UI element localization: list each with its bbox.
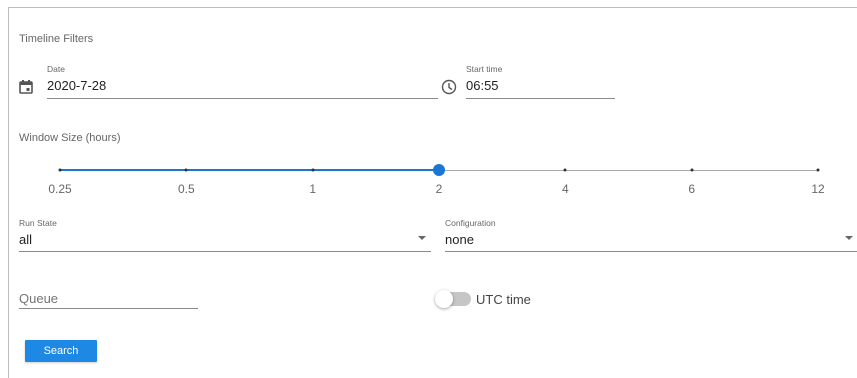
slider-mark-label: 1 xyxy=(309,182,316,196)
slider-mark-label: 0.5 xyxy=(177,182,195,196)
utc-time-label: UTC time xyxy=(476,292,531,307)
configuration-dropdown-icon[interactable] xyxy=(845,236,853,240)
utc-time-toggle[interactable] xyxy=(435,289,475,309)
run-state-label: Run State xyxy=(19,218,57,228)
search-button[interactable]: Search xyxy=(25,340,97,362)
slider-track-fill xyxy=(60,169,439,171)
queue-input[interactable] xyxy=(19,288,198,309)
run-state-select[interactable]: all xyxy=(19,232,32,247)
window-size-slider[interactable]: 0.25 0.5 1 2 4 6 12 xyxy=(0,0,857,200)
slider-mark-label: 2 xyxy=(435,182,443,196)
slider-tick xyxy=(58,168,62,172)
slider-tick xyxy=(690,168,694,172)
slider-mark-label: 12 xyxy=(811,182,825,196)
configuration-label: Configuration xyxy=(445,218,496,228)
configuration-underline xyxy=(445,251,857,252)
slider-tick xyxy=(563,168,567,172)
slider-thumb[interactable] xyxy=(433,164,445,176)
slider-tick xyxy=(816,168,820,172)
slider-mark-label: 6 xyxy=(688,182,695,196)
slider-mark-label: 0.25 xyxy=(48,182,72,196)
run-state-dropdown-icon[interactable] xyxy=(418,236,426,240)
toggle-thumb xyxy=(435,290,453,308)
slider-tick xyxy=(184,168,188,172)
slider-tick xyxy=(311,168,315,172)
run-state-underline xyxy=(19,251,431,252)
configuration-select[interactable]: none xyxy=(445,232,474,247)
slider-mark-label: 4 xyxy=(561,182,569,196)
